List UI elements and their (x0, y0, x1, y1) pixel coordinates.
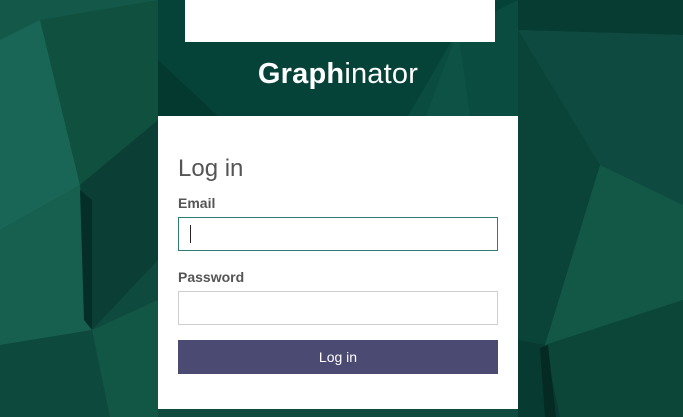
email-label: Email (178, 195, 216, 211)
brand-header: Graphinator (158, 0, 518, 116)
login-form: Log in Email Password Log in (158, 116, 518, 409)
brand-name-light: inator (344, 58, 419, 90)
brand-name-bold: Graph (257, 58, 345, 90)
login-panel: Graphinator Log in Email Password Log in (158, 0, 518, 409)
password-field[interactable] (178, 291, 498, 325)
brand-name: Graphinator (158, 56, 518, 92)
email-field[interactable] (178, 217, 498, 251)
password-label: Password (178, 269, 245, 285)
logo-placeholder (185, 0, 495, 42)
text-caret (190, 225, 191, 243)
form-title: Log in (178, 155, 244, 182)
login-button[interactable]: Log in (178, 340, 498, 374)
